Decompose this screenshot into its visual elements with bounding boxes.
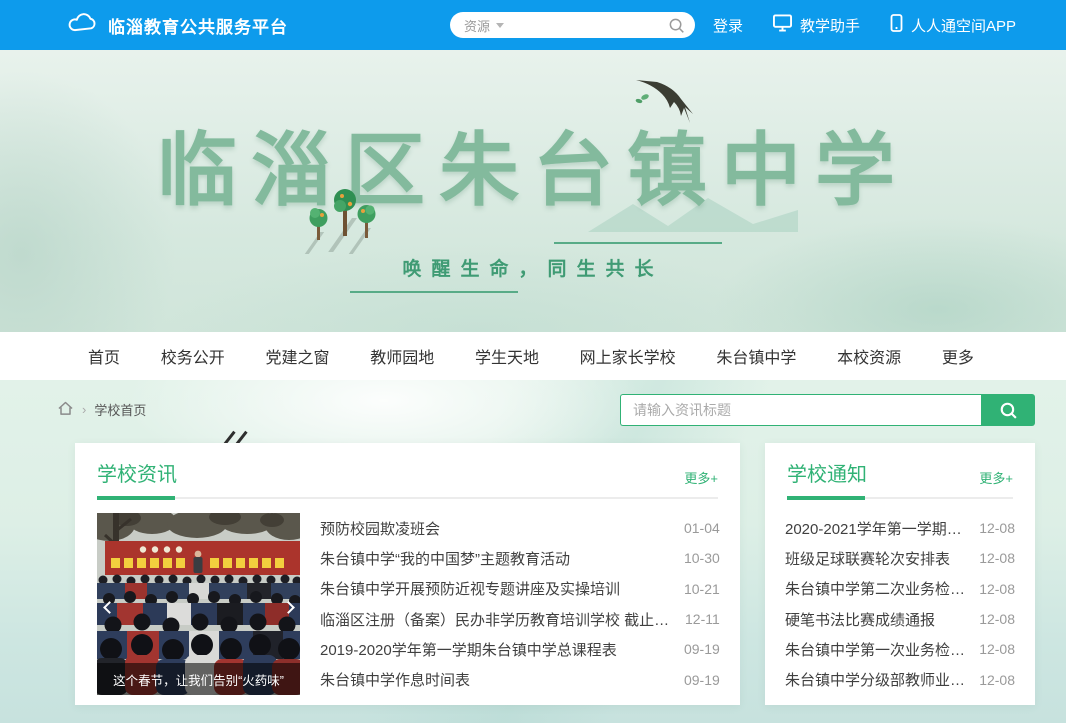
- news-item-title: 朱台镇中学作息时间表: [320, 669, 470, 690]
- nav-item-school-affairs[interactable]: 校务公开: [161, 344, 225, 368]
- nav-item-parent-school[interactable]: 网上家长学校: [580, 344, 676, 368]
- news-more-link[interactable]: 更多+: [684, 468, 718, 487]
- cloud-icon: [66, 12, 98, 39]
- school-slogan: 唤醒生命，同生共长: [402, 242, 663, 293]
- news-item-title: 临淄区注册（备案）民办非学历教育培训学校 截止2019: [320, 609, 673, 630]
- article-search-input[interactable]: [620, 394, 981, 426]
- carousel-caption[interactable]: 这个春节，让我们告别“火药味”: [97, 663, 300, 695]
- article-search: [620, 394, 1035, 426]
- carousel-next-button[interactable]: [282, 595, 298, 619]
- login-link[interactable]: 登录: [713, 15, 743, 36]
- search-category-label: 资源: [464, 16, 490, 35]
- news-item-title: 2019-2020学年第一学期朱台镇中学总课程表: [320, 639, 617, 660]
- notice-item-title: 朱台镇中学第二次业务检查的: [785, 578, 967, 599]
- notice-item[interactable]: 硬笔书法比赛成绩通报 12-08: [785, 604, 1015, 634]
- platform-title: 临淄教育公共服务平台: [108, 13, 288, 38]
- main-navigation: 首页 校务公开 党建之窗 教师园地 学生天地 网上家长学校 朱台镇中学 本校资源…: [0, 332, 1066, 380]
- news-item-title: 预防校园欺凌班会: [320, 518, 440, 539]
- notice-item-title: 2020-2021学年第一学期足球: [785, 518, 967, 539]
- nav-item-home[interactable]: 首页: [88, 344, 120, 368]
- notice-item-date: 12-08: [979, 550, 1015, 566]
- nav-item-more[interactable]: 更多: [942, 344, 974, 368]
- quote-mark-decoration: [222, 430, 252, 443]
- notice-item-date: 12-08: [979, 581, 1015, 597]
- login-label: 登录: [713, 15, 743, 36]
- breadcrumb-current[interactable]: 学校首页: [94, 400, 146, 419]
- news-item[interactable]: 朱台镇中学“我的中国梦”主题教育活动 10-30: [320, 543, 720, 573]
- top-actions: 登录 教学助手 人人通空间APP: [713, 0, 1016, 50]
- news-item[interactable]: 2019-2020学年第一学期朱台镇中学总课程表 09-19: [320, 634, 720, 664]
- news-item-date: 10-30: [684, 550, 720, 566]
- teaching-assistant-label: 教学助手: [800, 15, 860, 36]
- renrentong-app-label: 人人通空间APP: [911, 15, 1016, 36]
- notice-item-title: 班级足球联赛轮次安排表: [785, 548, 950, 569]
- news-item-date: 09-19: [684, 672, 720, 688]
- panel-divider: [97, 497, 718, 499]
- news-item-title: 朱台镇中学“我的中国梦”主题教育活动: [320, 548, 570, 569]
- breadcrumb: › 学校首页: [57, 400, 146, 419]
- notice-more-link[interactable]: 更多+: [979, 468, 1013, 487]
- nav-item-school-resources[interactable]: 本校资源: [837, 344, 901, 368]
- news-list: 预防校园欺凌班会 01-04 朱台镇中学“我的中国梦”主题教育活动 10-30 朱台…: [320, 513, 720, 695]
- platform-brand[interactable]: 临淄教育公共服务平台: [66, 0, 288, 50]
- news-item[interactable]: 预防校园欺凌班会 01-04: [320, 513, 720, 543]
- nav-item-student-world[interactable]: 学生天地: [475, 344, 539, 368]
- notice-item-title: 朱台镇中学第一次业务检查的: [785, 639, 967, 660]
- nav-item-party-building[interactable]: 党建之窗: [265, 344, 329, 368]
- school-name-title: 临淄区朱台镇中学: [0, 106, 1066, 222]
- notice-item[interactable]: 朱台镇中学第一次业务检查的 12-08: [785, 634, 1015, 664]
- smartphone-icon: [890, 14, 903, 36]
- news-panel-title: 学校资讯: [97, 458, 177, 487]
- notice-list: 2020-2021学年第一学期足球12-08 班级足球联赛轮次安排表12-08 …: [785, 513, 1015, 695]
- notice-item-date: 12-08: [979, 611, 1015, 627]
- search-category-select[interactable]: 资源: [464, 16, 504, 35]
- notice-item-date: 12-08: [979, 672, 1015, 688]
- news-item-date: 10-21: [684, 581, 720, 597]
- renrentong-app-link[interactable]: 人人通空间APP: [890, 14, 1016, 36]
- school-news-panel: 学校资讯 更多+: [75, 443, 740, 705]
- news-item-date: 12-11: [685, 611, 720, 627]
- top-bar: 临淄教育公共服务平台 资源 登录 教学助手 人人通空间APP: [0, 0, 1066, 50]
- school-notice-panel: 学校通知 更多+ 2020-2021学年第一学期足球 12-08 班级足球联赛轮次…: [765, 443, 1035, 705]
- notice-item[interactable]: 班级足球联赛轮次安排表 12-08: [785, 543, 1015, 573]
- teaching-assistant-link[interactable]: 教学助手: [773, 14, 860, 36]
- notice-item[interactable]: 朱台镇中学分级部教师业务展 12-08: [785, 664, 1015, 694]
- news-item-title: 朱台镇中学开展预防近视专题讲座及实操培训: [320, 578, 620, 599]
- home-icon[interactable]: [57, 401, 74, 419]
- carousel-prev-button[interactable]: [99, 595, 115, 619]
- chevron-down-icon: [496, 23, 504, 28]
- article-search-button[interactable]: [981, 394, 1035, 426]
- news-item[interactable]: 朱台镇中学作息时间表 09-19: [320, 664, 720, 694]
- search-icon[interactable]: [668, 17, 685, 34]
- global-search-box[interactable]: 资源: [450, 12, 695, 38]
- news-item-date: 01-04: [684, 520, 720, 536]
- news-item[interactable]: 朱台镇中学开展预防近视专题讲座及实操培训 10-21: [320, 574, 720, 604]
- nav-item-teacher-garden[interactable]: 教师园地: [370, 344, 434, 368]
- page-content: › 学校首页 学校资讯 更多+: [0, 380, 1066, 723]
- panel-divider: [787, 497, 1013, 499]
- notice-item-date: 12-08: [979, 641, 1015, 657]
- notice-item-title: 朱台镇中学分级部教师业务展: [785, 669, 967, 690]
- news-item-date: 09-19: [684, 641, 720, 657]
- news-carousel[interactable]: 这个春节，让我们告别“火药味”: [97, 513, 300, 695]
- notice-panel-title: 学校通知: [787, 458, 867, 487]
- news-item[interactable]: 临淄区注册（备案）民办非学历教育培训学校 截止2019 12-11: [320, 604, 720, 634]
- notice-item[interactable]: 2020-2021学年第一学期足球 12-08: [785, 513, 1015, 543]
- breadcrumb-separator: ›: [82, 402, 86, 417]
- notice-item-title: 硬笔书法比赛成绩通报: [785, 609, 935, 630]
- nav-item-zhutai-school[interactable]: 朱台镇中学: [716, 344, 796, 368]
- monitor-icon: [773, 14, 792, 36]
- notice-item[interactable]: 朱台镇中学第二次业务检查的 12-08: [785, 574, 1015, 604]
- hero-banner: 临淄区朱台镇中学 唤醒生命，同生共长: [0, 50, 1066, 332]
- notice-item-date: 12-08: [979, 520, 1015, 536]
